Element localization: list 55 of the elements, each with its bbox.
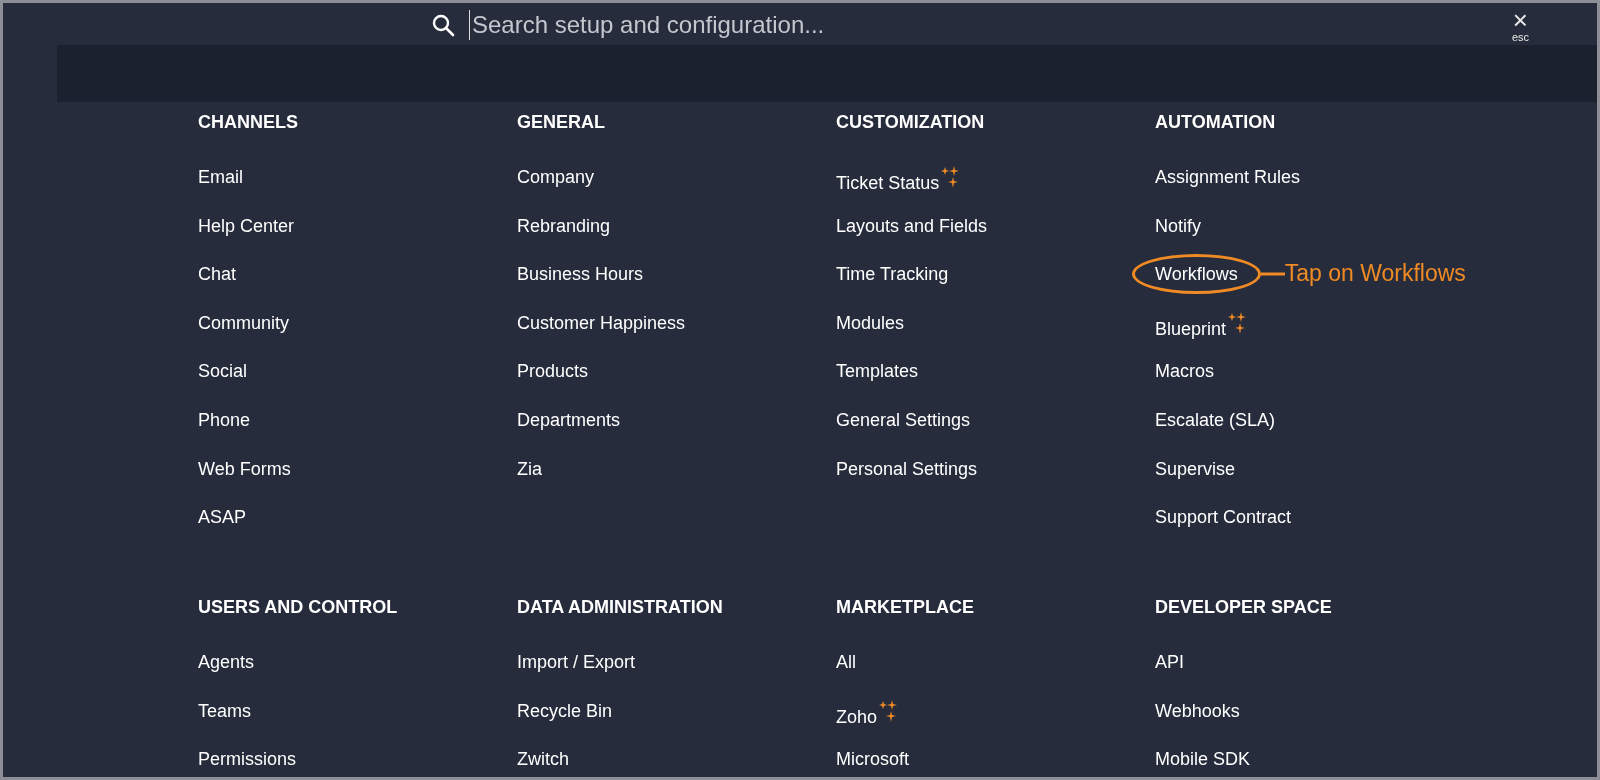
menu-link[interactable]: Supervise [1132, 448, 1259, 489]
leader-line [1260, 271, 1285, 276]
menu-link[interactable]: Community [175, 302, 313, 343]
menu-link[interactable]: Layouts and Fields [813, 205, 1011, 246]
menu-link[interactable]: Modules [813, 302, 928, 343]
menu-link[interactable]: Email [175, 157, 266, 197]
section-heading: MARKETPLACE [836, 596, 975, 619]
menu-link[interactable]: Ticket Status [813, 157, 983, 203]
menu-link[interactable]: Assignment Rules [1132, 157, 1324, 197]
menu-link[interactable]: Recycle Bin [494, 690, 636, 731]
section-heading: DATA ADMINISTRATION [517, 596, 724, 619]
section-heading: CHANNELS [198, 111, 299, 134]
menu-link[interactable]: Personal Settings [813, 448, 1001, 489]
section-heading: CUSTOMIZATION [836, 111, 986, 134]
menu-link[interactable]: Zwitch [494, 739, 592, 777]
menu-link[interactable]: Support Contract [1132, 497, 1315, 538]
section-heading: GENERAL [517, 111, 606, 134]
search-icon [431, 13, 455, 37]
menu-link[interactable]: Help Center [175, 205, 318, 246]
menu-link[interactable]: Mobile SDK [1132, 739, 1274, 777]
menu-link[interactable]: Macros [1132, 351, 1237, 392]
menu-link[interactable]: Notify [1132, 205, 1224, 246]
menu-link[interactable]: API [1132, 642, 1207, 682]
menu-link[interactable]: Zia [494, 448, 565, 489]
close-button[interactable]: × esc [1511, 9, 1529, 43]
section-heading: AUTOMATION [1155, 111, 1277, 134]
menu-link[interactable]: Microsoft [813, 739, 932, 777]
menu-link[interactable]: Web Forms [175, 448, 314, 489]
menu-link[interactable]: Social [175, 351, 271, 392]
menu-link[interactable]: Webhooks [1132, 690, 1263, 731]
menu-link[interactable]: Agents [175, 642, 278, 682]
section-heading: USERS AND CONTROL [198, 596, 399, 619]
menu-link[interactable]: ASAP [175, 497, 270, 538]
menu-link[interactable]: Business Hours [494, 254, 667, 295]
menu-link[interactable]: All [813, 642, 879, 682]
menu-link[interactable]: Escalate (SLA) [1132, 399, 1299, 440]
menu-link[interactable]: Customer Happiness [494, 302, 709, 343]
menu-link[interactable]: Teams [175, 690, 274, 731]
menu-link[interactable]: Zoho [813, 690, 921, 737]
menu-link[interactable]: Permissions [175, 739, 320, 777]
menu-link[interactable]: Company [494, 157, 618, 197]
menu-link[interactable]: Import / Export [494, 642, 659, 682]
menu-link[interactable]: Workflows [1132, 254, 1261, 295]
menu-link[interactable]: Products [494, 351, 612, 392]
menu-link[interactable]: Blueprint [1132, 302, 1270, 349]
search-field[interactable]: Search setup and configuration... [469, 10, 1174, 40]
menu-link[interactable]: Templates [813, 351, 942, 392]
menu-link[interactable]: Time Tracking [813, 254, 972, 295]
menu-link[interactable]: Departments [494, 399, 644, 440]
section-heading: DEVELOPER SPACE [1155, 596, 1333, 619]
menu-link[interactable]: General Settings [813, 399, 994, 440]
menu-link[interactable]: Rebranding [494, 205, 634, 246]
callout-text: Tap on Workflows [1284, 260, 1466, 288]
menu-link[interactable]: Phone [175, 399, 274, 440]
menu-link[interactable]: Chat [175, 254, 260, 295]
